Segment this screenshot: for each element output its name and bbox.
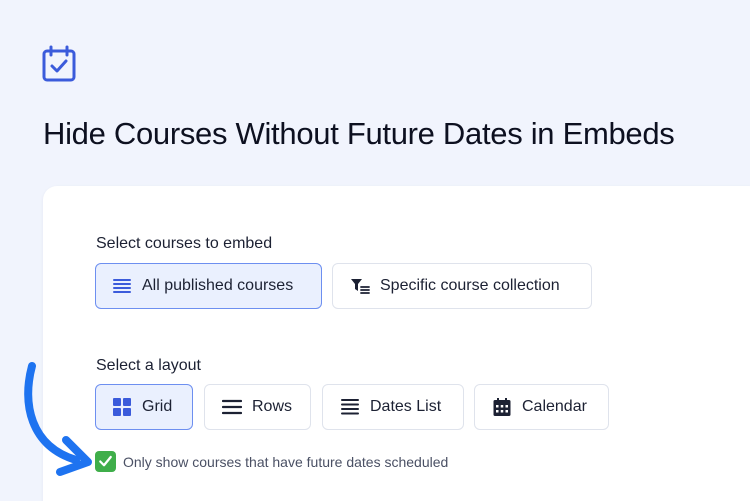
option-label: Calendar [522,398,587,415]
calendar-check-icon [42,45,76,82]
option-label: All published courses [142,277,294,294]
arrow-icon [24,362,92,476]
page-title: Hide Courses Without Future Dates in Emb… [43,116,675,151]
calendar-icon [492,397,512,417]
rows-icon [222,397,242,417]
filter-list-icon [350,276,370,296]
page: Hide Courses Without Future Dates in Emb… [0,0,750,501]
option-label: Specific course collection [380,277,560,294]
dates-list-layout-option[interactable]: Dates List [322,384,464,430]
checkmark-icon[interactable] [95,451,116,472]
courses-section-label: Select courses to embed [96,235,273,252]
option-label: Dates List [370,398,442,415]
layout-section-label: Select a layout [96,357,201,374]
list-icon [340,397,360,417]
future-dates-only-option[interactable]: Only show courses that have future dates… [95,451,448,472]
list-icon [112,276,132,296]
grid-icon [112,397,132,417]
grid-layout-option[interactable]: Grid [95,384,193,430]
future-dates-only-label: Only show courses that have future dates… [123,453,449,470]
rows-layout-option[interactable]: Rows [204,384,311,430]
calendar-layout-option[interactable]: Calendar [474,384,609,430]
all-published-courses-option[interactable]: All published courses [95,263,322,309]
specific-course-collection-option[interactable]: Specific course collection [332,263,592,309]
option-label: Rows [252,398,293,415]
option-label: Grid [142,398,173,415]
